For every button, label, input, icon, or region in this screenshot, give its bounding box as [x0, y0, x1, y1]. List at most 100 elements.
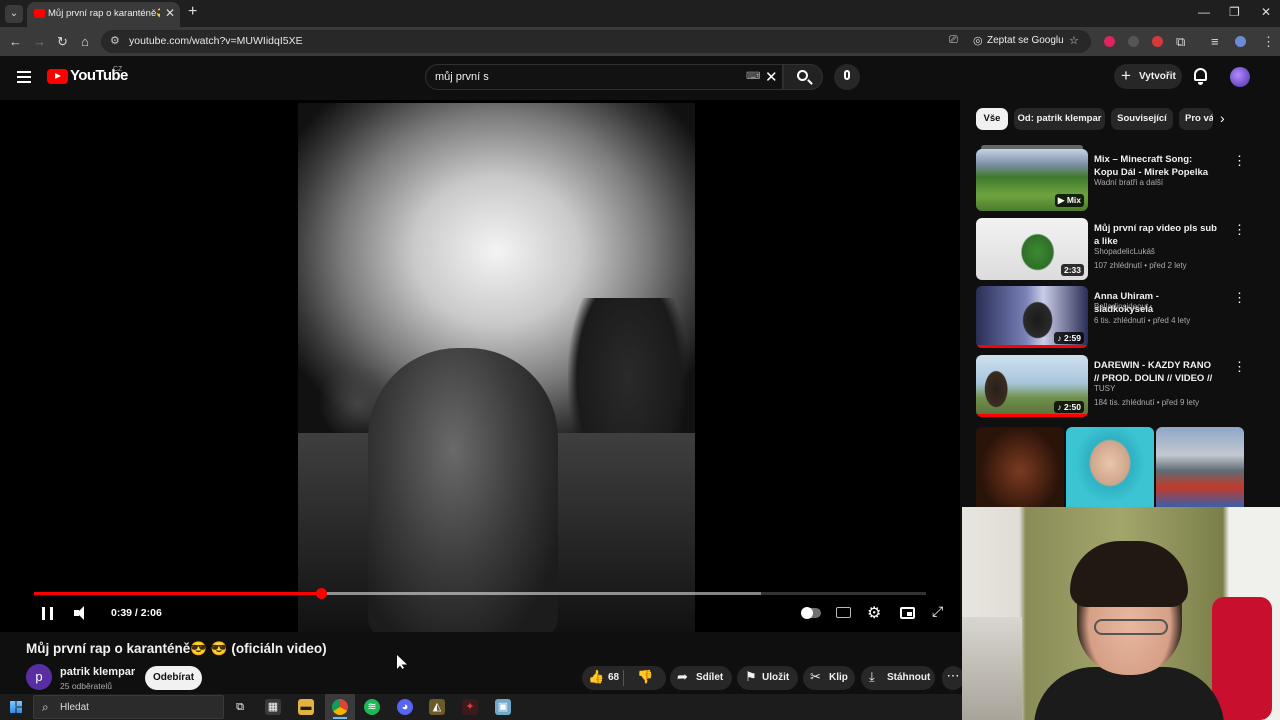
- extension-red-icon[interactable]: [1104, 36, 1115, 47]
- spotify-icon[interactable]: ≋: [364, 699, 380, 715]
- like-thumb-icon[interactable]: 👍: [588, 669, 604, 685]
- recommendation-thumbnail[interactable]: ▶ Mix: [976, 149, 1088, 211]
- short-thumbnail[interactable]: [976, 427, 1064, 507]
- recommendation-channel[interactable]: Wadní bratři a další: [1094, 178, 1163, 187]
- keyboard-icon[interactable]: ⌨: [746, 71, 760, 82]
- install-app-icon[interactable]: ⎚: [949, 34, 958, 47]
- restore-icon[interactable]: ❐: [1229, 5, 1240, 19]
- extension-pin-icon[interactable]: [1128, 36, 1139, 47]
- recommendation-title[interactable]: DAREWIN - KAZDY RANO // PROD. DOLIN // V…: [1094, 359, 1218, 386]
- duration-badge: 2:33: [1060, 264, 1084, 276]
- channel-name[interactable]: patrik klempar: [60, 666, 135, 678]
- recommendation-menu-icon[interactable]: ⋮: [1233, 290, 1246, 306]
- clip-button[interactable]: ✂ Klip: [803, 666, 855, 690]
- back-icon[interactable]: ←: [9, 34, 22, 49]
- recommendation-item[interactable]: 2:33 Můj první rap video pls sub a like …: [976, 218, 1246, 280]
- recommendation-channel[interactable]: Balladinsideout: [1094, 302, 1148, 311]
- site-info-icon[interactable]: ⚙: [110, 34, 120, 47]
- windows-start-icon[interactable]: [10, 701, 22, 713]
- short-thumbnail[interactable]: [1066, 427, 1154, 507]
- subtitles-icon[interactable]: [836, 607, 851, 618]
- search-query[interactable]: můj první s: [435, 71, 489, 83]
- youtube-logo-icon[interactable]: [47, 69, 68, 84]
- file-explorer-icon[interactable]: ▬: [298, 699, 314, 715]
- volume-icon[interactable]: [74, 606, 90, 620]
- game-launcher-icon[interactable]: ✦: [462, 699, 478, 715]
- youtube-header: YouTube CZ můj první s ⌨ ✕ + Vytvořit: [0, 56, 1280, 100]
- chip-all[interactable]: Vše: [976, 108, 1008, 130]
- chips-next-chevron-icon[interactable]: ›: [1220, 110, 1225, 126]
- save-button[interactable]: ⚑ Uložit: [737, 666, 798, 690]
- video-player[interactable]: 0:39 / 2:06 ⚙ ⤢: [0, 100, 960, 632]
- short-thumbnail[interactable]: [1156, 427, 1244, 507]
- share-button[interactable]: ➦ Sdílet: [670, 666, 732, 690]
- league-client-icon[interactable]: ◭: [429, 699, 445, 715]
- chip-related[interactable]: Související: [1111, 108, 1173, 130]
- chip-from-channel[interactable]: Od: patrik klempar: [1014, 108, 1105, 130]
- recommendation-menu-icon[interactable]: ⋮: [1233, 222, 1246, 238]
- account-avatar[interactable]: [1230, 67, 1250, 87]
- task-view-icon[interactable]: ⧉: [232, 699, 248, 715]
- recommendation-channel[interactable]: TUSY: [1094, 384, 1115, 393]
- recommendation-menu-icon[interactable]: ⋮: [1233, 359, 1246, 375]
- recommendation-title[interactable]: Mix – Minecraft Song: Kopu Dál - Mirek P…: [1094, 153, 1218, 180]
- miniplayer-icon[interactable]: [900, 607, 915, 619]
- more-actions-icon[interactable]: ⋯: [942, 666, 964, 690]
- bookmark-star-icon[interactable]: ☆: [1069, 34, 1079, 47]
- recommendation-thumbnail[interactable]: 2:33: [976, 218, 1088, 280]
- tab-search-icon[interactable]: ⌄: [5, 5, 23, 23]
- ask-google-button[interactable]: Zeptat se Googlu: [987, 35, 1064, 46]
- settings-gear-icon[interactable]: ⚙: [867, 603, 881, 623]
- extension-record-icon[interactable]: [1152, 36, 1163, 47]
- notifications-bell-icon[interactable]: [1194, 68, 1207, 85]
- subscribe-button[interactable]: Odebírat: [145, 666, 202, 690]
- recommendation-thumbnail[interactable]: ♪ 2:59: [976, 286, 1088, 348]
- clear-search-icon[interactable]: ✕: [765, 68, 778, 86]
- recommendation-item[interactable]: ♪ 2:59 Anna Uhiram - sladkokyselá Ballad…: [976, 286, 1246, 348]
- hamburger-menu-icon[interactable]: [17, 71, 31, 83]
- scrubber-handle[interactable]: [315, 588, 327, 599]
- reload-icon[interactable]: ↻: [57, 34, 68, 50]
- search-input[interactable]: můj první s ⌨ ✕: [425, 64, 783, 90]
- create-button[interactable]: + Vytvořit: [1114, 64, 1182, 89]
- microsoft-store-icon[interactable]: ▦: [265, 699, 281, 715]
- home-icon[interactable]: ⌂: [81, 34, 89, 49]
- download-button[interactable]: ⤓ Stáhnout: [861, 666, 935, 690]
- search-icon: [797, 70, 808, 81]
- discord-icon[interactable]: ◕: [397, 699, 413, 715]
- tab-close-icon[interactable]: ✕: [165, 6, 175, 20]
- progress-bar[interactable]: [34, 588, 926, 599]
- app-icon[interactable]: ▣: [495, 699, 511, 715]
- reading-list-icon[interactable]: ≡: [1211, 34, 1219, 49]
- recommendation-item[interactable]: ▶ Mix Mix – Minecraft Song: Kopu Dál - M…: [976, 145, 1246, 211]
- taskbar-search-input[interactable]: ⌕ Hledat: [33, 695, 224, 719]
- pause-icon[interactable]: [42, 607, 53, 620]
- url-text[interactable]: youtube.com/watch?v=MUWIidqI5XE: [129, 35, 303, 47]
- recommendation-item[interactable]: ♪ 2:50 DAREWIN - KAZDY RANO // PROD. DOL…: [976, 355, 1246, 417]
- search-button[interactable]: [783, 64, 823, 90]
- google-lens-icon[interactable]: ◎: [973, 34, 983, 47]
- recommendation-menu-icon[interactable]: ⋮: [1233, 153, 1246, 169]
- region-code: CZ: [113, 66, 123, 73]
- forward-icon[interactable]: →: [33, 34, 46, 49]
- voice-search-button[interactable]: [834, 64, 860, 90]
- recommendation-channel[interactable]: ShopadelicLukáš: [1094, 247, 1155, 256]
- like-count[interactable]: 68: [608, 672, 619, 683]
- browser-menu-icon[interactable]: ⋮: [1262, 34, 1275, 50]
- recommendation-title[interactable]: Můj první rap video pls sub a like: [1094, 222, 1218, 248]
- extensions-puzzle-icon[interactable]: ⧉: [1176, 34, 1185, 50]
- chip-for-you[interactable]: Pro vás: [1179, 108, 1213, 130]
- window-close-icon[interactable]: ✕: [1261, 5, 1271, 19]
- new-tab-icon[interactable]: +: [188, 3, 197, 21]
- address-bar[interactable]: ⚙ youtube.com/watch?v=MUWIidqI5XE ⎚ ◎ Ze…: [101, 30, 1091, 53]
- minimize-icon[interactable]: —: [1198, 5, 1210, 19]
- chrome-icon[interactable]: [332, 699, 348, 715]
- channel-avatar[interactable]: p: [26, 664, 52, 690]
- dislike-thumb-icon[interactable]: 👎: [637, 669, 653, 685]
- browser-tab[interactable]: Můj první rap o karanténě😎 🔊 ✕: [27, 2, 180, 27]
- fullscreen-icon[interactable]: ⤢: [932, 603, 943, 620]
- autoplay-toggle[interactable]: [801, 607, 821, 619]
- video-frame[interactable]: [298, 103, 695, 632]
- profile-avatar[interactable]: [1235, 36, 1246, 47]
- recommendation-thumbnail[interactable]: ♪ 2:50: [976, 355, 1088, 417]
